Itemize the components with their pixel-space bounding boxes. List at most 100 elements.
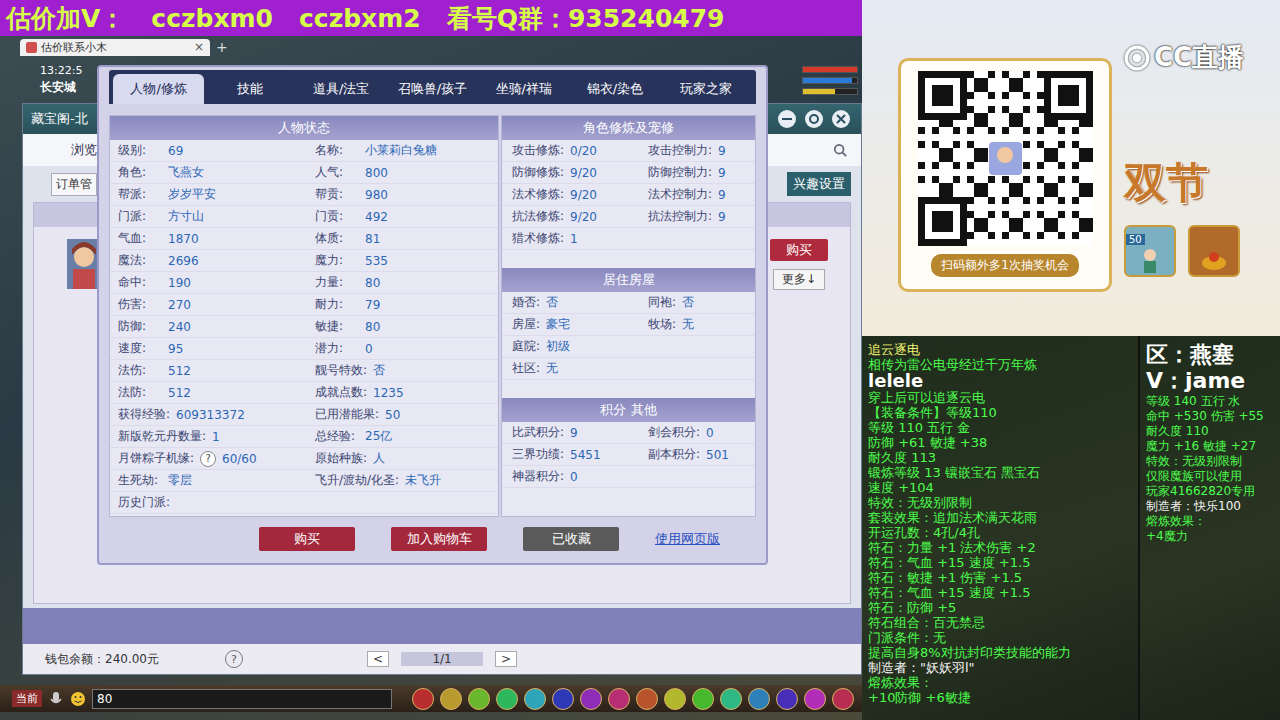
dialog-tab[interactable]: 召唤兽/孩子 bbox=[387, 74, 478, 104]
close-icon[interactable] bbox=[831, 109, 851, 129]
field-label: 法术控制力: bbox=[648, 186, 712, 203]
status-bar bbox=[802, 88, 858, 95]
status-row: 门派:方寸山门贡:492 bbox=[110, 206, 498, 228]
dialog-tab[interactable]: 锦衣/染色 bbox=[569, 74, 660, 104]
info-row: 防御修炼:9/20防御控制力:9 bbox=[502, 162, 755, 184]
toolbar-item-icon[interactable] bbox=[524, 688, 546, 710]
tooltip-line: 门派条件：无 bbox=[868, 630, 1132, 645]
dialog-tab[interactable]: 人物/修炼 bbox=[113, 74, 204, 104]
field-value: 初级 bbox=[546, 338, 570, 355]
tooltip-line: 锻炼等级 13 镶嵌宝石 黑宝石 bbox=[868, 465, 1132, 480]
microphone-icon[interactable] bbox=[48, 691, 64, 707]
prev-page-button[interactable]: < bbox=[367, 651, 389, 667]
field-label: 神器积分: bbox=[512, 468, 564, 485]
toolbar-item-icon[interactable] bbox=[440, 688, 462, 710]
field-label: 级别: bbox=[118, 142, 162, 159]
field-label: 魔法: bbox=[118, 252, 162, 269]
toolbar-item-icon[interactable] bbox=[832, 688, 854, 710]
next-page-button[interactable]: > bbox=[495, 651, 517, 667]
orders-button[interactable]: 订单管 bbox=[51, 173, 97, 196]
status-row: 法防:512成就点数:1235 bbox=[110, 382, 498, 404]
status-field: 力量:80 bbox=[315, 272, 498, 293]
hint-button[interactable]: ? bbox=[200, 451, 216, 467]
info-row: 抗法修炼:9/20抗法控制力:9 bbox=[502, 206, 755, 228]
status-row: 防御:240敏捷:80 bbox=[110, 316, 498, 338]
interest-button[interactable]: 兴趣设置 bbox=[787, 172, 851, 196]
status-field: 月饼粽子机缘:?60/60 bbox=[118, 448, 315, 469]
field-label: 同袍: bbox=[648, 294, 676, 311]
toolbar-item-icon[interactable] bbox=[692, 688, 714, 710]
field-label: 攻击控制力: bbox=[648, 142, 712, 159]
toolbar-item-icon[interactable] bbox=[804, 688, 826, 710]
qr-code-icon[interactable] bbox=[918, 71, 1093, 246]
field-label: 耐力: bbox=[315, 296, 359, 313]
field-label: 门贡: bbox=[315, 208, 359, 225]
tooltip-line: 耐久度 110 bbox=[1146, 424, 1274, 439]
toolbar-item-icon[interactable] bbox=[748, 688, 770, 710]
toolbar-item-icon[interactable] bbox=[664, 688, 686, 710]
info-field: 攻击控制力:9 bbox=[648, 140, 755, 161]
action-button[interactable]: 购买 bbox=[259, 527, 355, 551]
character-avatar-icon[interactable] bbox=[67, 239, 101, 289]
field-value: 0 bbox=[570, 470, 578, 484]
minimize-icon[interactable] bbox=[777, 109, 797, 129]
tooltip-line: 玩家41662820专用 bbox=[1146, 484, 1274, 499]
prize-item[interactable]: 50 bbox=[1124, 225, 1176, 277]
new-tab-button[interactable]: + bbox=[216, 39, 228, 55]
tooltip-line: 熔炼效果： bbox=[1146, 514, 1274, 529]
status-row: 新版乾元丹数量:1总经验:25亿 bbox=[110, 426, 498, 448]
field-label: 防御控制力: bbox=[648, 164, 712, 181]
action-button[interactable]: 加入购物车 bbox=[391, 527, 487, 551]
action-button[interactable]: 使用网页版 bbox=[655, 527, 720, 551]
status-field: 防御:240 bbox=[118, 316, 315, 337]
status-row: 伤害:270耐力:79 bbox=[110, 294, 498, 316]
toolbar-item-icon[interactable] bbox=[636, 688, 658, 710]
status-row: 获得经验:609313372已用潜能果:50 bbox=[110, 404, 498, 426]
toolbar-item-icon[interactable] bbox=[776, 688, 798, 710]
status-field: 级别:69 bbox=[118, 140, 315, 161]
info-row: 比武积分:9剑会积分:0 bbox=[502, 422, 755, 444]
status-field: 名称:小莱莉白兔糖 bbox=[315, 140, 498, 161]
browser-tab[interactable]: 估价联系小木× bbox=[20, 39, 210, 56]
more-button[interactable]: 更多↓ bbox=[773, 269, 825, 290]
emoji-icon[interactable] bbox=[70, 691, 86, 707]
toolbar-item-icon[interactable] bbox=[412, 688, 434, 710]
dialog-tab[interactable]: 坐骑/祥瑞 bbox=[478, 74, 569, 104]
prize-item[interactable] bbox=[1188, 225, 1240, 277]
chat-channel[interactable]: 当前 bbox=[12, 690, 42, 707]
panel-header: 角色修炼及宠修 bbox=[502, 116, 755, 140]
help-button[interactable]: ? bbox=[225, 650, 243, 668]
dialog-tab[interactable]: 技能 bbox=[204, 74, 295, 104]
settings-icon[interactable] bbox=[804, 109, 824, 129]
stream-overlay: 扫码额外多1次抽奖机会CC直播双节50追云逐电相传为雷公电母经过千万年炼lele… bbox=[862, 0, 1280, 720]
toolbar-item-icon[interactable] bbox=[720, 688, 742, 710]
field-value: 50 bbox=[385, 408, 400, 422]
dialog-tab[interactable]: 玩家之家 bbox=[661, 74, 752, 104]
dialog-tab[interactable]: 道具/法宝 bbox=[296, 74, 387, 104]
toolbar-item-icon[interactable] bbox=[608, 688, 630, 710]
toolbar-item-icon[interactable] bbox=[468, 688, 490, 710]
field-value: 95 bbox=[168, 342, 183, 356]
chat-input[interactable]: 80 bbox=[92, 689, 392, 709]
action-button[interactable]: 已收藏 bbox=[523, 527, 619, 551]
info-row: 神器积分: 0 bbox=[502, 466, 755, 488]
info-field: 神器积分: 0 bbox=[512, 466, 648, 487]
toolbar-item-icon[interactable] bbox=[580, 688, 602, 710]
toolbar-item-icon[interactable] bbox=[496, 688, 518, 710]
status-field: 成就点数:1235 bbox=[315, 382, 498, 403]
toolbar-item-icon[interactable] bbox=[552, 688, 574, 710]
status-bar-fill bbox=[803, 67, 857, 72]
listing-buy-button[interactable]: 购买 bbox=[770, 239, 828, 261]
close-tab-button[interactable]: × bbox=[194, 40, 204, 54]
search-icon[interactable] bbox=[833, 143, 847, 157]
info-field: 防御控制力:9 bbox=[648, 162, 755, 183]
browse-link[interactable]: 浏览 bbox=[71, 141, 97, 159]
shop-title: 藏宝阁-北 bbox=[31, 110, 88, 128]
tooltip-line: 命中 +530 伤害 +55 bbox=[1146, 409, 1274, 424]
info-field: 庭院:初级 bbox=[512, 336, 648, 357]
status-field: 潜力:0 bbox=[315, 338, 498, 359]
field-label: 防御修炼: bbox=[512, 164, 564, 181]
status-field: 帮贡:980 bbox=[315, 184, 498, 205]
character-dialog: 人物/修炼技能道具/法宝召唤兽/孩子坐骑/祥瑞锦衣/染色玩家之家人物状态级别:6… bbox=[97, 65, 768, 565]
status-row: 角色:飞燕女人气:800 bbox=[110, 162, 498, 184]
